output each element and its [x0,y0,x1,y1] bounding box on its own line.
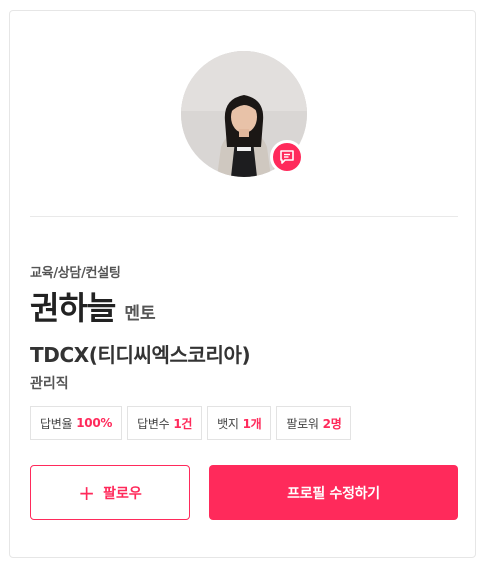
edit-profile-button-label: 프로필 수정하기 [287,485,380,502]
stat-followers[interactable]: 팔로워 2명 [276,406,352,440]
category-label: 교육/상담/컨설팅 [30,266,121,281]
follow-button[interactable]: + 팔로우 [30,465,190,520]
stat-answer-count: 답변수 1건 [127,406,203,440]
edit-profile-button[interactable]: 프로필 수정하기 [209,465,458,520]
plus-icon: + [78,480,96,505]
profile-card: 교육/상담/컨설팅 권하늘 멘토 TDCX(티디씨엑스코리아) 관리직 답변율 … [9,10,476,558]
stat-value: 1건 [173,416,193,431]
stat-value: 2명 [322,416,342,431]
company-name: TDCX(티디씨엑스코리아) [30,343,251,367]
message-icon[interactable] [270,140,304,174]
job-title: 관리직 [30,376,69,392]
stat-label: 답변율 [40,416,73,431]
role-label: 멘토 [124,304,156,324]
avatar-container [181,51,307,177]
stat-value: 100% [76,416,113,430]
stat-answer-rate: 답변율 100% [30,406,123,440]
name-row: 권하늘 멘토 [30,288,156,328]
follow-button-label: 팔로우 [103,485,142,502]
stat-label: 팔로워 [286,416,319,431]
stat-badges: 뱃지 1개 [207,406,272,440]
stat-label: 답변수 [137,416,170,431]
stat-label: 뱃지 [217,416,239,431]
user-name: 권하늘 [30,289,116,327]
stat-value: 1개 [242,416,262,431]
stats-list: 답변율 100% 답변수 1건 뱃지 1개 팔로워 2명 [30,406,352,440]
divider [30,216,458,217]
